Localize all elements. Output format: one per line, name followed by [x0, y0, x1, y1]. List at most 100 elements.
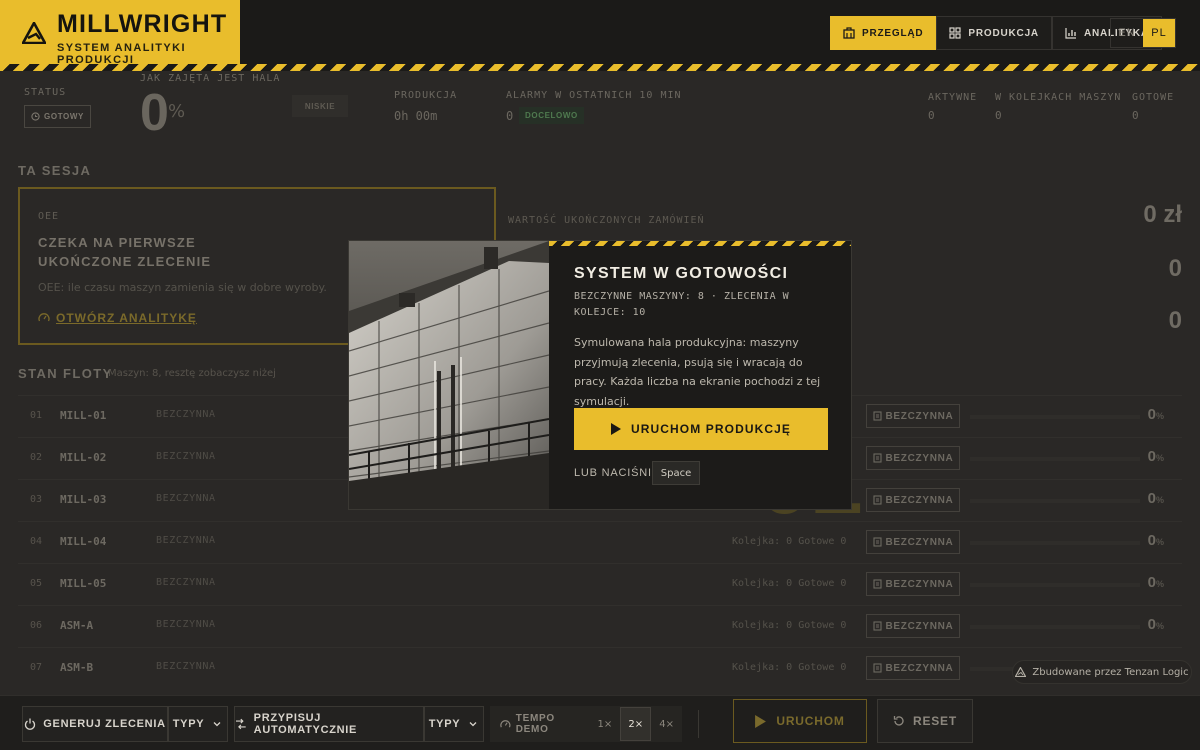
start-production-button[interactable]: URUCHOM PRODUKCJĘ	[574, 408, 828, 450]
idle-icon	[872, 411, 882, 421]
hall-low-badge: NISKIE	[292, 95, 348, 117]
machine-status-badge: BEZCZYNNA	[866, 572, 960, 596]
utilization-number: 0	[1147, 490, 1156, 507]
utilization-value: 0%	[1148, 616, 1164, 633]
table-row[interactable]: 06 ASM-A BEZCZYNNA Kolejka: 0 Gotowe 0 B…	[18, 605, 1182, 647]
kpi-3-value: 0	[1168, 307, 1182, 334]
brand-subtitle: SYSTEM ANALITYKI PRODUKCJI	[57, 42, 186, 66]
types-dropdown-1[interactable]: TYPY	[168, 706, 228, 742]
row-index: 07	[30, 662, 43, 673]
demo-speed-control: TEMPO DEMO 1× 2× 4×	[490, 706, 682, 742]
space-key-hint: Space	[652, 461, 700, 485]
lang-pl-button[interactable]: PL	[1143, 19, 1175, 47]
tenzan-logo-icon	[1015, 667, 1027, 677]
utilization-bar	[970, 541, 1140, 545]
grid-icon	[949, 27, 962, 39]
production-value: 0h 00m	[394, 109, 438, 123]
open-analytics-label: OTWÓRZ ANALITYKĘ	[56, 311, 197, 325]
table-row[interactable]: 04 MILL-04 BEZCZYNNA Kolejka: 0 Gotowe 0…	[18, 521, 1182, 563]
utilization-number: 0	[1147, 574, 1156, 591]
speed-1x-button[interactable]: 1×	[590, 707, 621, 741]
generate-orders-button[interactable]: GENERUJ ZLECENIA	[22, 706, 168, 742]
alarms-value: 0	[506, 109, 514, 123]
machine-name: MILL-03	[60, 493, 107, 506]
toolbar-divider	[698, 710, 699, 738]
row-index: 02	[30, 452, 43, 463]
language-switch: EN PL	[1110, 18, 1176, 48]
table-row[interactable]: 05 MILL-05 BEZCZYNNA Kolejka: 0 Gotowe 0…	[18, 563, 1182, 605]
machine-state: BEZCZYNNA	[156, 493, 216, 504]
speedometer-icon	[500, 719, 511, 727]
run-button-label: URUCHOM	[776, 714, 845, 728]
utilization-number: 0	[1147, 616, 1156, 633]
done-value: 0	[1132, 109, 1139, 122]
fleet-note: Maszyn: 8, resztę zobaczysz niżej	[108, 368, 276, 379]
brand[interactable]: MILLWRIGHT SYSTEM ANALITYKI PRODUKCJI	[0, 0, 240, 66]
machine-name: ASM-B	[60, 661, 94, 674]
nav-overview-label: PRZEGLĄD	[862, 27, 924, 39]
table-row[interactable]: 07 ASM-B BEZCZYNNA Kolejka: 0 Gotowe 0 B…	[18, 647, 1182, 689]
done-label: GOTOWE	[1132, 92, 1175, 103]
utilization-value: 0%	[1148, 490, 1164, 507]
utilization-value: 0%	[1148, 532, 1164, 549]
demo-speed-text: TEMPO DEMO	[515, 713, 555, 735]
production-label: PRODUKCJA	[394, 90, 458, 101]
nav-production[interactable]: PRODUKCJA	[936, 16, 1052, 50]
lang-en-button[interactable]: EN	[1111, 19, 1143, 47]
machine-status-text: BEZCZYNNA	[885, 578, 954, 590]
play-icon	[755, 714, 767, 728]
run-button[interactable]: URUCHOM	[733, 699, 867, 743]
machine-state: BEZCZYNNA	[156, 451, 216, 462]
row-index: 06	[30, 620, 43, 631]
machine-status-text: BEZCZYNNA	[885, 662, 954, 674]
machine-status-badge: BEZCZYNNA	[866, 614, 960, 638]
machine-status-badge: BEZCZYNNA	[866, 530, 960, 554]
gauge-icon	[38, 313, 50, 322]
nav-overview[interactable]: PRZEGLĄD	[830, 16, 937, 50]
utilization-bar	[970, 457, 1140, 461]
machine-status-text: BEZCZYNNA	[885, 410, 954, 422]
row-index: 01	[30, 410, 43, 421]
generate-orders-label: GENERUJ ZLECENIA	[43, 718, 166, 730]
idle-icon	[872, 537, 882, 547]
machine-name: MILL-05	[60, 577, 107, 590]
machine-state: BEZCZYNNA	[156, 661, 216, 672]
machine-status-text: BEZCZYNNA	[885, 452, 954, 464]
bottom-toolbar: GENERUJ ZLECENIA TYPY PRZYPISUJ AUTOMATY…	[0, 695, 1200, 750]
status-label: STATUS	[24, 87, 67, 98]
machine-name: MILL-01	[60, 409, 107, 422]
utilization-unit: %	[1155, 411, 1164, 421]
machine-name: MILL-04	[60, 535, 107, 548]
dialog-hazard-stripe	[549, 241, 851, 246]
hall-usage-unit: %	[168, 101, 186, 122]
credit-badge[interactable]: Zbudowane przez Tenzan Logic	[1012, 660, 1192, 684]
app-header: MILLWRIGHT SYSTEM ANALITYKI PRODUKCJI PR…	[0, 0, 1200, 71]
factory-photo	[349, 241, 549, 509]
utilization-value: 0%	[1148, 406, 1164, 423]
session-title: TA SESJA	[18, 163, 92, 178]
types-dropdown-2-label: TYPY	[428, 718, 461, 730]
open-analytics-link[interactable]: OTWÓRZ ANALITYKĘ	[38, 311, 197, 325]
machine-status-badge: BEZCZYNNA	[866, 404, 960, 428]
speed-2x-button[interactable]: 2×	[620, 707, 652, 741]
utilization-bar	[970, 415, 1140, 419]
utilization-unit: %	[1155, 537, 1164, 547]
queued-label: W KOLEJKACH MASZYN	[995, 92, 1122, 103]
utilization-unit: %	[1155, 579, 1164, 589]
reset-button[interactable]: RESET	[877, 699, 973, 743]
idle-icon	[872, 663, 882, 673]
machine-status-text: BEZCZYNNA	[885, 536, 954, 548]
machine-status-text: BEZCZYNNA	[885, 494, 954, 506]
machine-status-badge: BEZCZYNNA	[866, 488, 960, 512]
machine-meta: Kolejka: 0 Gotowe 0	[732, 578, 847, 589]
fleet-title: STAN FLOTY	[18, 366, 113, 381]
types-dropdown-2[interactable]: TYPY	[424, 706, 484, 742]
status-badge: GOTOWY	[24, 105, 91, 128]
utilization-value: 0%	[1148, 574, 1164, 591]
machine-state: BEZCZYNNA	[156, 577, 216, 588]
speed-4x-button[interactable]: 4×	[651, 707, 682, 741]
play-icon	[610, 423, 621, 435]
machine-meta: Kolejka: 0 Gotowe 0	[732, 620, 847, 631]
auto-assign-button[interactable]: PRZYPISUJ AUTOMATYCZNIE	[234, 706, 424, 742]
oee-description: OEE: ile czasu maszyn zamienia się w dob…	[38, 281, 327, 294]
